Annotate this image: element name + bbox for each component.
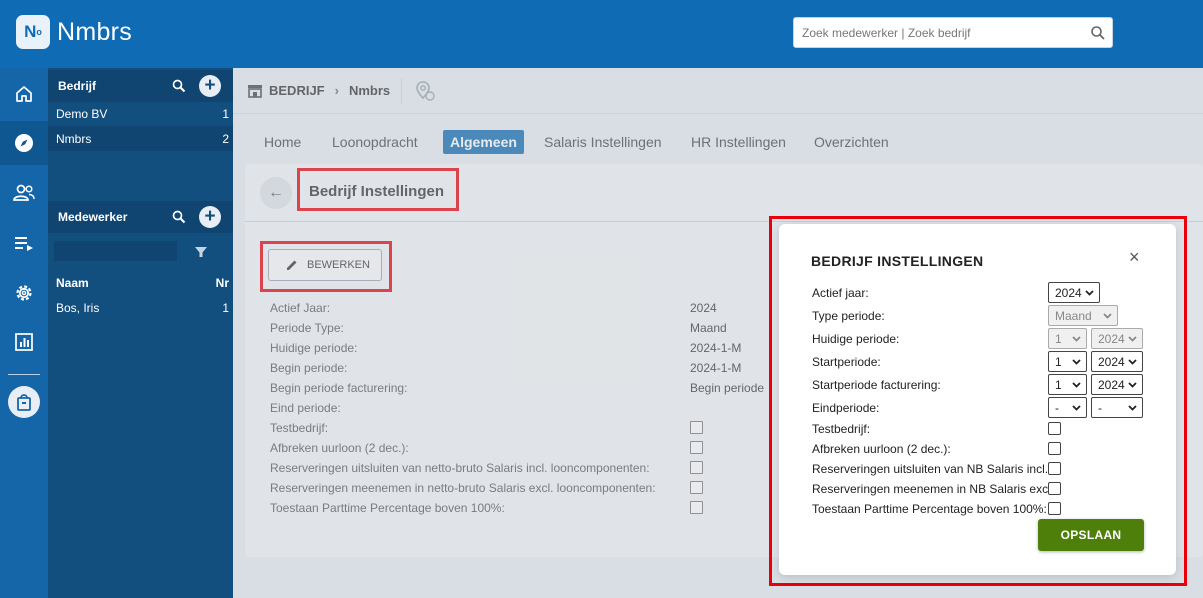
employee-header-label: Medewerker — [58, 210, 128, 224]
chevron-down-icon — [1128, 382, 1137, 388]
employee-panel-header: Medewerker + — [48, 201, 233, 233]
company-name: Nmbrs — [56, 131, 92, 146]
save-button[interactable]: OPSLAAN — [1038, 519, 1144, 551]
employee-nr: 1 — [222, 300, 229, 315]
active-year-label: Actief jaar: — [812, 286, 869, 300]
period-type-label: Type periode: — [812, 309, 885, 323]
end-year-select[interactable]: - — [1091, 397, 1143, 418]
modal-title: BEDRIJF INSTELLINGEN — [811, 253, 984, 269]
users-icon[interactable] — [0, 171, 48, 215]
end-period-select[interactable]: - — [1048, 397, 1087, 418]
filter-icon[interactable] — [194, 245, 208, 259]
billing-year-select[interactable]: 2024 — [1091, 374, 1143, 395]
add-company-button[interactable]: + — [199, 75, 221, 97]
employee-column-header: Naam Nr — [48, 270, 233, 295]
top-bar: No Nmbrs — [0, 0, 1203, 68]
settings-modal: BEDRIJF INSTELLINGEN × Actief jaar: 2024… — [779, 224, 1176, 575]
rail-divider — [8, 374, 40, 375]
logo-mark: No — [16, 15, 50, 49]
shopping-bag-icon[interactable] — [0, 380, 48, 424]
test-company-checkbox[interactable] — [1048, 422, 1061, 435]
employee-name: Bos, Iris — [56, 300, 100, 315]
list-item[interactable]: Demo BV 1 — [48, 101, 233, 126]
test-company-label: Testbedrijf: — [812, 422, 871, 436]
company-panel-header: Bedrijf + — [48, 70, 233, 102]
parttime-percentage-checkbox[interactable] — [1048, 502, 1061, 515]
list-item[interactable]: Nmbrs 2 — [48, 126, 233, 151]
start-year-select[interactable]: 2024 — [1091, 351, 1143, 372]
home-icon[interactable] — [0, 72, 48, 116]
current-period-select: 1 — [1048, 328, 1087, 349]
compass-icon[interactable] — [0, 121, 48, 165]
column-name: Naam — [56, 275, 89, 290]
close-icon[interactable]: × — [1129, 247, 1140, 268]
chevron-down-icon — [1128, 336, 1137, 342]
brand-name: Nmbrs — [57, 17, 133, 46]
search-icon[interactable] — [1090, 25, 1106, 41]
exclude-reservations-checkbox[interactable] — [1048, 462, 1061, 475]
report-chart-icon[interactable] — [0, 320, 48, 364]
list-item[interactable]: Bos, Iris 1 — [48, 295, 233, 320]
billing-start-label: Startperiode facturering: — [812, 378, 941, 392]
chevron-down-icon — [1072, 405, 1081, 411]
billing-period-select[interactable]: 1 — [1048, 374, 1087, 395]
round-wage-checkbox[interactable] — [1048, 442, 1061, 455]
side-panel: Bedrijf + Demo BV 1 Nmbrs 2 Medewerker +… — [48, 68, 233, 598]
chevron-down-icon — [1072, 382, 1081, 388]
company-header-label: Bedrijf — [58, 79, 97, 93]
employee-filter-input[interactable] — [54, 241, 177, 261]
employee-search-icon[interactable] — [172, 210, 186, 224]
include-reservations-checkbox[interactable] — [1048, 482, 1061, 495]
chevron-down-icon — [1103, 313, 1112, 319]
current-year-select: 2024 — [1091, 328, 1143, 349]
chevron-down-icon — [1072, 336, 1081, 342]
start-period-label: Startperiode: — [812, 355, 881, 369]
current-period-label: Huidige periode: — [812, 332, 900, 346]
end-period-label: Eindperiode: — [812, 401, 880, 415]
logo[interactable]: No Nmbrs — [16, 15, 132, 49]
icon-rail — [0, 68, 48, 598]
search-input[interactable] — [793, 17, 1113, 48]
exclude-reservations-label: Reserveringen uitsluiten van NB Salaris … — [812, 462, 1052, 476]
company-search-icon[interactable] — [172, 79, 186, 93]
include-reservations-label: Reserveringen meenemen in NB Salaris exc… — [812, 482, 1058, 496]
period-type-select: Maand — [1048, 305, 1118, 326]
chevron-down-icon — [1072, 359, 1081, 365]
gear-icon[interactable] — [0, 271, 48, 315]
start-period-select[interactable]: 1 — [1048, 351, 1087, 372]
company-nr: 1 — [222, 106, 229, 121]
chevron-down-icon — [1085, 290, 1094, 296]
add-employee-button[interactable]: + — [199, 206, 221, 228]
company-nr: 2 — [222, 131, 229, 146]
round-wage-label: Afbreken uurloon (2 dec.): — [812, 442, 951, 456]
active-year-select[interactable]: 2024 — [1048, 282, 1100, 303]
chevron-down-icon — [1128, 405, 1137, 411]
playlist-icon[interactable] — [0, 221, 48, 265]
column-nr: Nr — [215, 275, 229, 290]
company-name: Demo BV — [56, 106, 108, 121]
chevron-down-icon — [1128, 359, 1137, 365]
parttime-percentage-label: Toestaan Parttime Percentage boven 100%: — [812, 502, 1047, 516]
